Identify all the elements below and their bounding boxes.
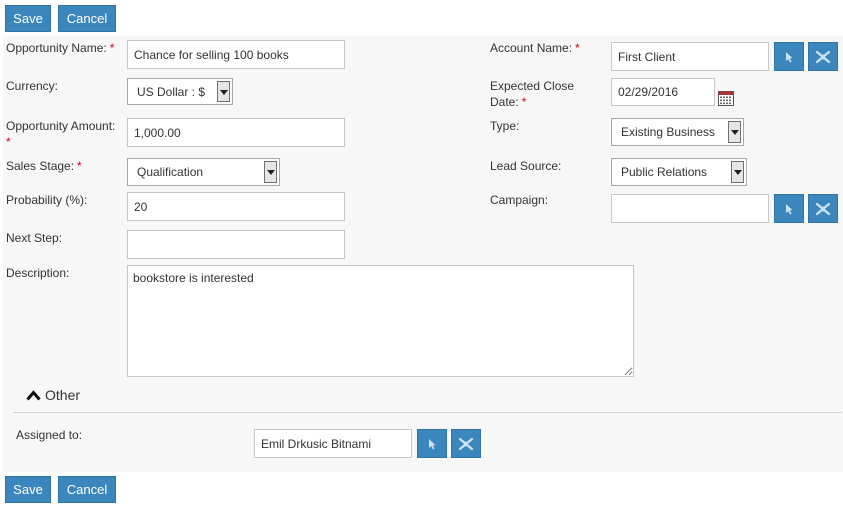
campaign-clear-button[interactable] — [808, 194, 838, 223]
save-button-top[interactable]: Save — [5, 5, 51, 32]
cursor-arrow-icon — [786, 203, 793, 214]
currency-select[interactable]: US Dollar : $ — [127, 78, 233, 105]
chevron-up-icon — [26, 389, 41, 400]
description-label: Description: — [6, 266, 70, 280]
probability-label: Probability (%): — [6, 193, 88, 207]
section-divider — [13, 412, 842, 413]
other-section-title: Other — [45, 387, 81, 403]
chevron-down-icon — [731, 161, 744, 183]
expected-close-date-label: Expected Close Date: * — [490, 79, 575, 109]
next-step-input[interactable] — [127, 230, 345, 259]
account-name-input[interactable]: First Client — [611, 42, 769, 71]
cursor-arrow-icon — [429, 438, 436, 449]
assigned-to-label: Assigned to: — [16, 428, 83, 442]
clear-x-icon — [458, 437, 474, 450]
type-select[interactable]: Existing Business — [611, 118, 744, 146]
cancel-button-top[interactable]: Cancel — [58, 5, 116, 32]
chevron-down-icon — [264, 161, 277, 183]
currency-label: Currency: — [6, 79, 59, 93]
description-textarea[interactable]: bookstore is interested — [127, 265, 634, 377]
campaign-label: Campaign: — [490, 193, 549, 207]
assigned-to-input[interactable]: Emil Drkusic Bitnami — [254, 429, 412, 458]
lead-source-label: Lead Source: — [490, 159, 562, 173]
opportunity-amount-label: Opportunity Amount: * — [6, 119, 116, 149]
calendar-icon[interactable] — [718, 90, 734, 106]
cancel-button-bottom[interactable]: Cancel — [58, 476, 116, 503]
lead-source-select[interactable]: Public Relations — [611, 158, 747, 186]
chevron-down-icon — [217, 81, 230, 102]
campaign-input[interactable] — [611, 194, 769, 223]
sales-stage-select[interactable]: Qualification — [127, 158, 280, 186]
sales-stage-label: Sales Stage: * — [6, 159, 82, 173]
type-label: Type: — [490, 119, 520, 133]
account-clear-button[interactable] — [808, 42, 838, 71]
next-step-label: Next Step: — [6, 231, 63, 245]
assigned-to-clear-button[interactable] — [451, 429, 481, 458]
save-button-bottom[interactable]: Save — [5, 476, 51, 503]
account-name-label: Account Name: * — [490, 41, 580, 55]
opportunity-amount-input[interactable]: 1,000.00 — [127, 118, 345, 147]
chevron-down-icon — [728, 121, 741, 143]
cursor-arrow-icon — [786, 51, 793, 62]
assigned-to-select-button[interactable] — [417, 429, 447, 458]
other-section-toggle[interactable]: Other — [26, 386, 80, 404]
campaign-select-button[interactable] — [774, 194, 804, 223]
opportunity-name-input[interactable]: Chance for selling 100 books — [127, 40, 345, 69]
opportunity-name-label: Opportunity Name: * — [6, 41, 115, 55]
account-select-button[interactable] — [774, 42, 804, 71]
probability-input[interactable]: 20 — [127, 192, 345, 221]
expected-close-date-input[interactable]: 02/29/2016 — [611, 78, 715, 106]
clear-x-icon — [815, 50, 831, 63]
clear-x-icon — [815, 202, 831, 215]
